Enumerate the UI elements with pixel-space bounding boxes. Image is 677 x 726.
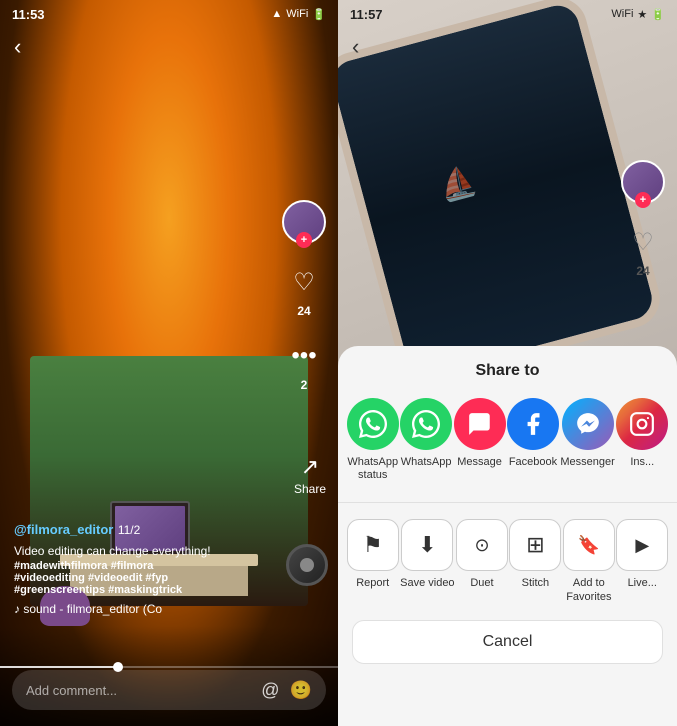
report-icon: ⚑ <box>347 519 399 571</box>
comment-placeholder-left: Add comment... <box>26 683 251 698</box>
status-icons-right: WiFi ★ 🔋 <box>611 8 665 21</box>
follow-plus-left[interactable]: + <box>296 232 312 248</box>
stitch-icon: ⊞ <box>509 519 561 571</box>
share-app-whatsapp[interactable]: WhatsApp <box>400 398 452 482</box>
status-bar-right: 11:57 WiFi ★ 🔋 <box>338 0 677 28</box>
report-label: Report <box>356 577 389 590</box>
whatsapp-status-icon <box>347 398 399 450</box>
facebook-label: Facebook <box>509 456 557 469</box>
duet-icon: ⊙ <box>456 519 508 571</box>
progress-bar-left <box>0 666 338 668</box>
save-video-action[interactable]: ⬇ Save video <box>400 519 454 603</box>
facebook-icon <box>507 398 559 450</box>
music-disc-left <box>286 544 328 586</box>
follow-plus-right[interactable]: + <box>635 192 651 208</box>
heart-icon-left[interactable]: ♡ <box>284 262 324 302</box>
share-button-left[interactable]: ↗ Share <box>294 454 326 496</box>
save-video-icon: ⬇ <box>401 519 453 571</box>
share-apps-row: WhatsAppstatus WhatsApp Message Facebook <box>338 398 677 502</box>
live-label: Live... <box>628 577 657 590</box>
signal-icon: ▲ <box>271 8 282 20</box>
message-label: Message <box>457 456 502 469</box>
caption-left: Video editing can change everything! <box>14 543 258 560</box>
status-icons-left: ▲ WiFi 🔋 <box>271 8 326 21</box>
action-buttons-left: + ♡ 24 ••• 2 <box>282 200 326 392</box>
music-disc-inner-left <box>300 558 314 572</box>
bottom-bar-left: Add comment... @ 🙂 <box>0 626 338 726</box>
cancel-button[interactable]: Cancel <box>352 620 663 664</box>
comment-icon-left[interactable]: ••• <box>284 336 324 376</box>
save-video-label: Save video <box>400 577 454 590</box>
boat-trail-icon: ⛵ <box>435 162 480 205</box>
battery-icon-right: 🔋 <box>651 8 665 21</box>
share-app-facebook[interactable]: Facebook <box>507 398 559 482</box>
heart-icon-right[interactable]: ♡ <box>623 222 663 262</box>
share-icon-left: ↗ <box>301 454 319 480</box>
whatsapp-icon <box>400 398 452 450</box>
message-icon <box>454 398 506 450</box>
wifi-icon: WiFi <box>286 8 308 20</box>
like-count-left: 24 <box>297 304 310 318</box>
whatsapp-label: WhatsApp <box>401 456 452 469</box>
share-actions-row: ⚑ Report ⬇ Save video ⊙ Duet ⊞ Stitch 🔖 … <box>338 519 677 619</box>
status-bar-left: 11:53 ▲ WiFi 🔋 <box>0 0 338 28</box>
time-left: 11:53 <box>12 7 45 22</box>
time-right: 11:57 <box>350 7 383 22</box>
add-favorites-action[interactable]: 🔖 Add toFavorites <box>563 519 615 603</box>
instagram-icon <box>616 398 668 450</box>
share-divider <box>338 502 677 503</box>
wifi-icon-right: WiFi <box>611 8 633 20</box>
like-action-left[interactable]: ♡ 24 <box>284 262 324 318</box>
share-label-left: Share <box>294 482 326 496</box>
sound-info-left: ♪ sound - filmora_editor (Co <box>14 602 258 616</box>
live-icon: ▶ <box>616 519 668 571</box>
action-buttons-right: + ♡ 24 <box>621 160 665 278</box>
username-left[interactable]: @filmora_editor <box>14 522 113 537</box>
share-app-instagram[interactable]: Ins... <box>616 398 668 482</box>
avatar-left[interactable]: + <box>282 200 326 244</box>
comment-icons-left: @ 🙂 <box>261 680 312 701</box>
like-count-right: 24 <box>636 264 649 278</box>
star-icon-right: ★ <box>637 8 647 21</box>
at-icon-left[interactable]: @ <box>261 680 279 701</box>
comment-action-left[interactable]: ••• 2 <box>284 336 324 392</box>
report-action[interactable]: ⚑ Report <box>347 519 399 603</box>
messenger-label: Messenger <box>560 456 614 469</box>
share-sheet-title: Share to <box>338 362 677 380</box>
emoji-icon-left[interactable]: 🙂 <box>290 680 312 701</box>
like-action-right[interactable]: ♡ 24 <box>623 222 663 278</box>
comment-count-left: 2 <box>301 378 308 392</box>
stitch-action[interactable]: ⊞ Stitch <box>509 519 561 603</box>
back-button-left[interactable]: ‹ <box>14 34 21 60</box>
left-panel: 11:53 ▲ WiFi 🔋 ‹ + ♡ 24 ••• 2 ↗ Share @f… <box>0 0 338 726</box>
live-action[interactable]: ▶ Live... <box>616 519 668 603</box>
duet-action[interactable]: ⊙ Duet <box>456 519 508 603</box>
share-app-message[interactable]: Message <box>454 398 506 482</box>
share-app-whatsapp-status[interactable]: WhatsAppstatus <box>347 398 399 482</box>
share-app-messenger[interactable]: Messenger <box>560 398 614 482</box>
whatsapp-status-label: WhatsAppstatus <box>347 456 398 482</box>
battery-icon: 🔋 <box>312 8 326 21</box>
duet-label: Duet <box>470 577 493 590</box>
sound-note-left: ♪ sound - filmora_editor (Co <box>14 602 162 616</box>
instagram-label: Ins... <box>630 456 654 469</box>
stitch-label: Stitch <box>522 577 550 590</box>
date-left: 11/2 <box>118 523 140 537</box>
comment-bar-left[interactable]: Add comment... @ 🙂 <box>12 670 326 710</box>
bottom-content-left: @filmora_editor 11/2 Video editing can c… <box>14 521 258 616</box>
back-button-right[interactable]: ‹ <box>352 34 359 60</box>
progress-fill-left <box>0 666 118 668</box>
share-sheet: Share to WhatsAppstatus WhatsApp Message <box>338 346 677 726</box>
right-panel: ⛵ 11:57 WiFi ★ 🔋 ‹ + ♡ 24 Share to <box>338 0 677 726</box>
add-favorites-label: Add toFavorites <box>566 577 611 603</box>
messenger-icon <box>562 398 614 450</box>
avatar-right[interactable]: + <box>621 160 665 204</box>
hashtags-left: #madewithfilmora #filmora #videoediting … <box>14 560 258 596</box>
add-favorites-icon: 🔖 <box>563 519 615 571</box>
